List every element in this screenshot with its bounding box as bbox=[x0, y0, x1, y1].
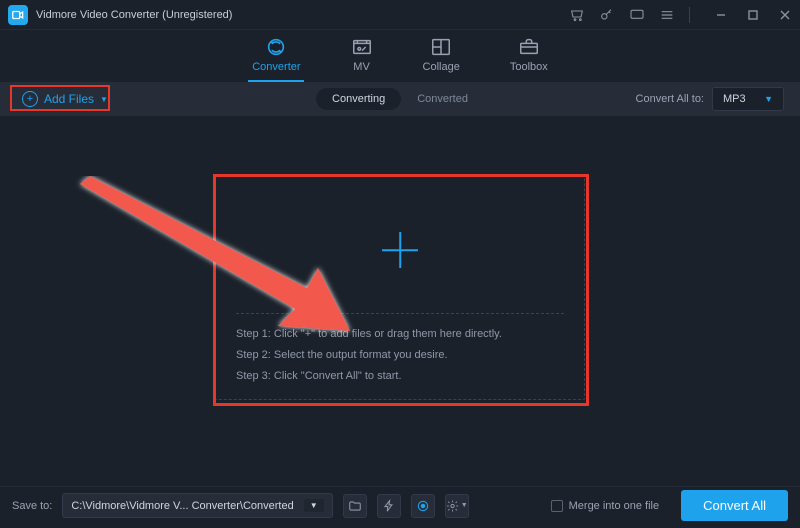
close-icon[interactable] bbox=[778, 8, 792, 22]
step-2: Step 2: Select the output format you des… bbox=[236, 345, 564, 366]
key-icon[interactable] bbox=[599, 7, 615, 23]
titlebar: Vidmore Video Converter (Unregistered) bbox=[0, 0, 800, 30]
minimize-icon[interactable] bbox=[714, 8, 728, 22]
tab-converted[interactable]: Converted bbox=[401, 88, 484, 110]
drop-zone[interactable]: Step 1: Click "+" to add files or drag t… bbox=[215, 176, 585, 400]
app-title: Vidmore Video Converter (Unregistered) bbox=[36, 9, 232, 21]
plus-circle-icon: + bbox=[22, 91, 38, 107]
instruction-steps: Step 1: Click "+" to add files or drag t… bbox=[236, 324, 564, 387]
menu-icon[interactable] bbox=[659, 7, 675, 23]
settings-button[interactable]: ▼ bbox=[445, 494, 469, 518]
save-path-value: C:\Vidmore\Vidmore V... Converter\Conver… bbox=[71, 500, 293, 512]
nav-label: Collage bbox=[423, 61, 460, 73]
divider bbox=[236, 313, 564, 314]
merge-label: Merge into one file bbox=[569, 500, 660, 512]
chevron-down-icon[interactable]: ▼ bbox=[304, 499, 324, 512]
format-value: MP3 bbox=[723, 93, 746, 105]
cart-icon[interactable] bbox=[569, 7, 585, 23]
main-area: Step 1: Click "+" to add files or drag t… bbox=[0, 116, 800, 486]
top-nav: Converter MV Collage Toolbox bbox=[0, 30, 800, 82]
chevron-down-icon: ▼ bbox=[100, 95, 108, 104]
chevron-down-icon: ▼ bbox=[764, 94, 773, 104]
collage-icon bbox=[430, 36, 452, 58]
save-path-dropdown[interactable]: C:\Vidmore\Vidmore V... Converter\Conver… bbox=[62, 493, 332, 518]
high-speed-button[interactable] bbox=[411, 494, 435, 518]
merge-checkbox[interactable]: Merge into one file bbox=[551, 500, 660, 512]
maximize-icon[interactable] bbox=[746, 8, 760, 22]
window-controls bbox=[714, 8, 792, 22]
convert-all-button[interactable]: Convert All bbox=[681, 490, 788, 521]
toolbox-icon bbox=[518, 36, 540, 58]
hardware-accel-button[interactable] bbox=[377, 494, 401, 518]
add-files-plus-target[interactable] bbox=[236, 197, 564, 303]
bottom-bar: Save to: C:\Vidmore\Vidmore V... Convert… bbox=[0, 486, 800, 524]
nav-label: Converter bbox=[252, 61, 300, 73]
output-format-dropdown[interactable]: MP3 ▼ bbox=[712, 87, 784, 111]
nav-mv[interactable]: MV bbox=[351, 36, 373, 76]
checkbox-icon bbox=[551, 500, 563, 512]
step-3: Step 3: Click "Convert All" to start. bbox=[236, 366, 564, 387]
convert-all-to: Convert All to: MP3 ▼ bbox=[636, 87, 784, 111]
subbar: + Add Files ▼ Converting Converted Conve… bbox=[0, 82, 800, 116]
add-files-button[interactable]: + Add Files ▼ bbox=[16, 88, 114, 110]
titlebar-actions bbox=[569, 7, 792, 23]
nav-toolbox[interactable]: Toolbox bbox=[510, 36, 548, 76]
tab-converting[interactable]: Converting bbox=[316, 88, 401, 110]
status-tabs: Converting Converted bbox=[316, 88, 484, 110]
nav-converter[interactable]: Converter bbox=[252, 36, 300, 76]
nav-label: MV bbox=[353, 61, 370, 73]
save-to-label: Save to: bbox=[12, 500, 52, 512]
feedback-icon[interactable] bbox=[629, 7, 645, 23]
plus-icon bbox=[382, 232, 418, 268]
nav-label: Toolbox bbox=[510, 61, 548, 73]
step-1: Step 1: Click "+" to add files or drag t… bbox=[236, 324, 564, 345]
add-files-label: Add Files bbox=[44, 92, 94, 106]
mv-icon bbox=[351, 36, 373, 58]
chevron-down-icon: ▼ bbox=[461, 502, 468, 509]
separator bbox=[689, 7, 690, 23]
convert-all-to-label: Convert All to: bbox=[636, 93, 704, 105]
nav-collage[interactable]: Collage bbox=[423, 36, 460, 76]
converter-icon bbox=[265, 36, 287, 58]
app-logo bbox=[8, 5, 28, 25]
open-folder-button[interactable] bbox=[343, 494, 367, 518]
